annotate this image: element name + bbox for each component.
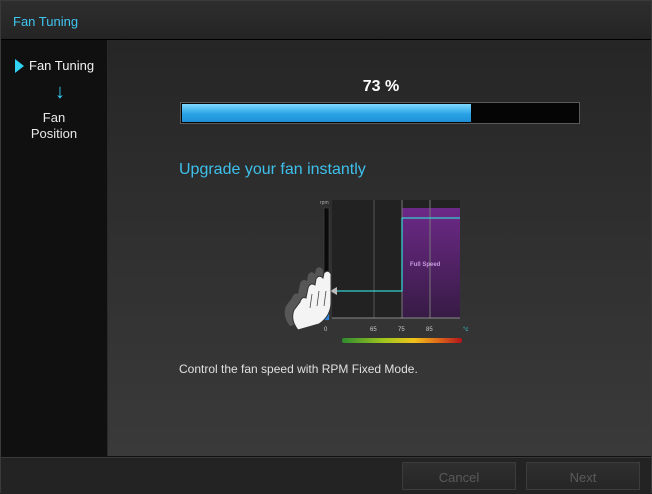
title-bar: Fan Tuning xyxy=(1,1,651,40)
window-title: Fan Tuning xyxy=(13,14,79,29)
footer-bar: Cancel Next xyxy=(1,457,651,494)
x-tick-75: 75 xyxy=(398,327,405,333)
rpm-axis-label: rpm xyxy=(320,200,329,206)
progress-bar xyxy=(180,102,580,124)
x-tick-65: 65 xyxy=(370,327,377,333)
progress-percent: 73 % xyxy=(362,78,400,95)
step-fan-position: Fan Position xyxy=(1,110,107,142)
description-text: Control the fan speed with RPM Fixed Mod… xyxy=(179,362,418,376)
step-fan-position-line1: Fan xyxy=(42,110,66,125)
step-fan-tuning: Fan Tuning xyxy=(15,58,94,73)
temperature-gradient-bar xyxy=(342,338,462,343)
fan-speed-illustration: Full Speed rpm 0 65 75 85 °c xyxy=(284,200,468,343)
step-fan-position-line2: Position xyxy=(30,126,78,141)
progress-bar-fill xyxy=(182,104,471,122)
full-speed-label: Full Speed xyxy=(410,262,441,268)
fan-tuning-window: Fan Tuning Fan Tuning ↓ Fan Position 73 … xyxy=(0,0,652,494)
step-fan-tuning-label: Fan Tuning xyxy=(29,58,95,73)
cancel-button[interactable]: Cancel xyxy=(402,462,516,490)
main-panel: 73 % Upgrade your fan instantly Full Spe… xyxy=(108,40,651,456)
headline: Upgrade your fan instantly xyxy=(179,161,366,178)
hand-pointer-icon xyxy=(284,267,332,331)
next-button[interactable]: Next xyxy=(526,462,640,490)
x-tick-85: 85 xyxy=(426,327,433,333)
x-tick-0: 0 xyxy=(324,327,328,333)
wizard-steps-sidebar: Fan Tuning ↓ Fan Position xyxy=(1,40,108,456)
down-arrow-icon: ↓ xyxy=(55,81,65,103)
x-unit-label: °c xyxy=(463,327,468,333)
play-icon xyxy=(15,58,24,73)
